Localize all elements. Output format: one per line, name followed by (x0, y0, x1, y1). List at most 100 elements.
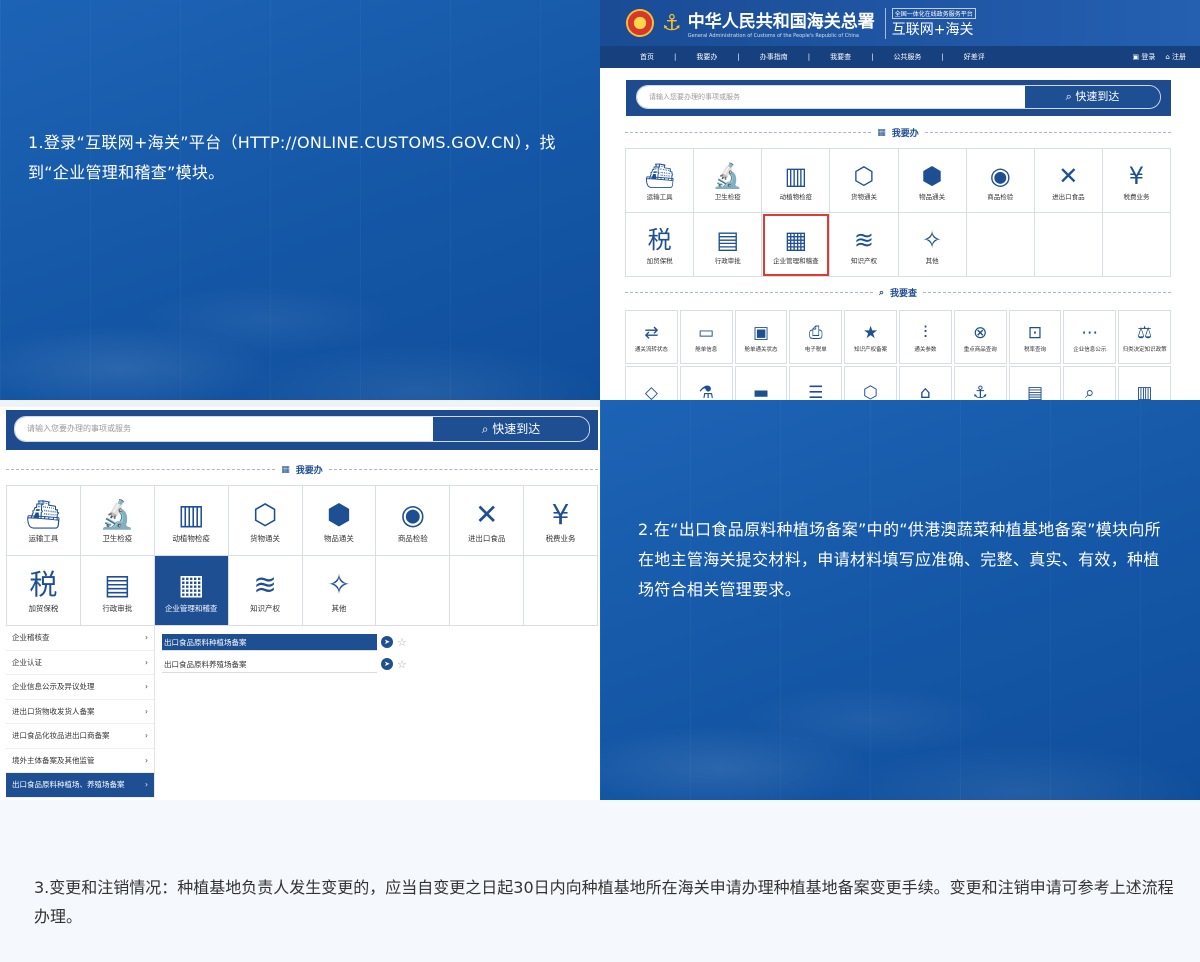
register-link[interactable]: ⌂ 注册 (1165, 52, 1186, 62)
quick-go-button[interactable]: ⌕ 快速到达 (1025, 86, 1160, 108)
service-tile[interactable]: ✕ 进出口食品 (1034, 149, 1103, 213)
service-tile[interactable]: ⇄ 通关流转状态 (625, 310, 678, 364)
menu-item[interactable]: 出口食品原料种植场、养殖场备案 › (6, 773, 154, 798)
service-tile[interactable]: ⚖ 归类决定知识政策 (1118, 310, 1171, 364)
tile-label: 通关流转状态 (634, 347, 668, 353)
service-tile[interactable]: ▦ 企业管理和稽查 (762, 213, 831, 277)
service-tile[interactable]: ¥ 税费业务 (1102, 149, 1171, 213)
compass-icon[interactable]: ➤ (381, 658, 393, 670)
service-tile[interactable]: ✧ 其他 (302, 556, 377, 626)
service-tile[interactable]: ✕ 进出口食品 (450, 486, 525, 556)
login-link[interactable]: ▣ 登录 (1132, 52, 1155, 62)
service-tile[interactable]: ≋ 知识产权 (830, 213, 899, 277)
star-icon[interactable]: ☆ (397, 658, 407, 671)
nav-guide[interactable]: 办事指南 (760, 52, 788, 62)
menu-item[interactable]: 企业信息公示及异议处理 › (6, 675, 154, 700)
service-tile[interactable]: ★ 知识产权备案 (844, 310, 897, 364)
service-tile[interactable]: ▥ 动植物检疫 (762, 149, 831, 213)
transfer-icon: ⇄ (644, 323, 659, 343)
menu-item[interactable]: 境外主体备案及其他监管 › (6, 749, 154, 773)
nav-ban[interactable]: 我要办 (696, 52, 717, 62)
tile-label: 归类决定知识政策 (1122, 347, 1167, 353)
portal-nav: 首页 | 我要办 | 办事指南 | 我要查 | 公共服务 | 好差评 ▣ 登录 … (600, 46, 1200, 68)
empty-tile (1102, 213, 1171, 277)
service-tile[interactable]: ✧ 其他 (898, 213, 967, 277)
tile-label: 税费业务 (1123, 192, 1150, 201)
service-tile[interactable]: 税加贸保税 (626, 213, 695, 277)
service-tile[interactable]: ⌕ (1063, 366, 1117, 400)
service-tile[interactable]: ⚓ (953, 366, 1007, 400)
tile-label: 进出口食品 (467, 534, 506, 543)
tile-label: 卫生检疫 (102, 534, 133, 543)
service-tile[interactable]: ▦ 企业管理和稽查 (154, 556, 229, 626)
magnifier-icon: ⌕ (1085, 383, 1095, 400)
service-tile[interactable]: ▬ (734, 366, 788, 400)
nav-review[interactable]: 好差评 (964, 52, 985, 62)
service-tile[interactable]: ▥ 动植物检疫 (154, 486, 229, 556)
service-tile[interactable]: ⊡ 税率查询 (1008, 310, 1062, 364)
service-tile[interactable]: ▤ (1008, 366, 1062, 400)
menu-item[interactable]: 进出口货物收发货人备案 › (6, 700, 154, 724)
service-tile[interactable]: ⛴ 运输工具 (626, 149, 695, 213)
service-tile[interactable]: ⚗ (679, 366, 733, 400)
star-icon[interactable]: ☆ (397, 636, 407, 649)
chevron-right-icon: › (145, 755, 148, 765)
service-tile[interactable]: 税加贸保税 (7, 556, 81, 626)
service-tile[interactable]: ▭ 舱单信息 (679, 310, 733, 364)
service-tile[interactable]: 🔬 卫生检疫 (694, 149, 763, 213)
filing-item[interactable]: 出口食品原料养殖场备案 ➤ ☆ (162, 653, 417, 675)
service-tile[interactable]: ⌂ (898, 366, 952, 400)
service-tile[interactable]: ◉ 商品检验 (966, 149, 1035, 213)
cargo-box-icon: ⬡ (853, 161, 875, 190)
menu-item[interactable]: 企业稽核查 › (6, 626, 154, 651)
tile-label: 进出口食品 (1052, 192, 1085, 201)
page: 1.登录“互联网+海关”平台（HTTP://ONLINE.CUSTOMS.GOV… (0, 0, 1200, 962)
tile-label: 物品通关 (919, 192, 946, 201)
service-tile[interactable]: ⊗ 重点商品查询 (953, 310, 1007, 364)
fork-knife-icon: ✕ (474, 498, 499, 531)
service-tile[interactable]: ⛴ 运输工具 (7, 486, 81, 556)
service-tile[interactable]: ⬢ 物品通关 (302, 486, 377, 556)
service-tile[interactable]: ☰ (789, 366, 843, 400)
handshake-icon: ◇ (644, 383, 658, 400)
search-input-2[interactable]: 请输入您要办理的事项或服务 (15, 417, 433, 441)
service-tile[interactable]: ≋ 知识产权 (228, 556, 303, 626)
filing-item[interactable]: 出口食品原料种植场备案 ➤ ☆ (162, 631, 417, 653)
barrels-icon: ▥ (177, 498, 205, 531)
service-tile[interactable]: ▤ 行政审批 (80, 556, 155, 626)
service-tile[interactable]: ¥ 税费业务 (524, 486, 598, 556)
service-tile[interactable]: ▤ 行政审批 (694, 213, 763, 277)
menu-item[interactable]: 企业认证 › (6, 651, 154, 675)
quick-go-label: 快速到达 (1075, 90, 1120, 103)
tile-label: 舱单信息 (695, 347, 718, 353)
service-tile[interactable]: ⋯ 企业信息公示 (1063, 310, 1117, 364)
nav-cha[interactable]: 我要查 (830, 52, 851, 62)
service-tile[interactable]: ▥ (1118, 366, 1171, 400)
service-tile[interactable]: ⬡ 货物通关 (228, 486, 303, 556)
books-icon: ≋ (253, 568, 277, 601)
tile-label: 企业管理和稽查 (773, 256, 819, 265)
step1-panel: 1.登录“互联网+海关”平台（HTTP://ONLINE.CUSTOMS.GOV… (0, 0, 600, 400)
nav-sep: | (871, 53, 874, 61)
nav-home[interactable]: 首页 (640, 52, 654, 62)
chevron-right-icon: › (145, 780, 148, 790)
quick-go-button-2[interactable]: ⌕ 快速到达 (433, 417, 589, 441)
service-tile[interactable]: ◇ (625, 366, 678, 400)
service-tile[interactable]: ⎙ 电子税单 (789, 310, 843, 364)
service-tile[interactable]: ⬢ 物品通关 (898, 149, 967, 213)
national-emblem-icon (626, 9, 654, 37)
service-tile[interactable]: ⫶ 通关参数 (898, 310, 952, 364)
service-tile[interactable]: ⬡ 货物通关 (830, 149, 899, 213)
menu-item[interactable]: 进口食品化妆品进出口商备案 › (6, 724, 154, 749)
nav-public[interactable]: 公共服务 (893, 52, 921, 62)
barrels-icon: ▥ (784, 161, 808, 190)
service-tile[interactable]: ▣ 舱单通关状态 (734, 310, 788, 364)
service-tile[interactable]: ◉ 商品检验 (376, 486, 451, 556)
empty-tile (450, 556, 525, 626)
search-input[interactable]: 请输入您要办理的事项或服务 (637, 86, 1025, 108)
compass-icon[interactable]: ➤ (381, 636, 393, 648)
service-tile[interactable]: 🔬 卫生检疫 (80, 486, 155, 556)
service-tile[interactable]: ⬡ (844, 366, 897, 400)
search-bar: 请输入您要办理的事项或服务 ⌕ 快速到达 (626, 80, 1171, 116)
cha-grid: ⇄ 通关流转状态 ▭ 舱单信息 ▣ 舱单通关状态 ⎙ 电子税单 ★ 知识产权备案 ⫶ 通关参数 ⊗ 重点商… (625, 310, 1171, 400)
